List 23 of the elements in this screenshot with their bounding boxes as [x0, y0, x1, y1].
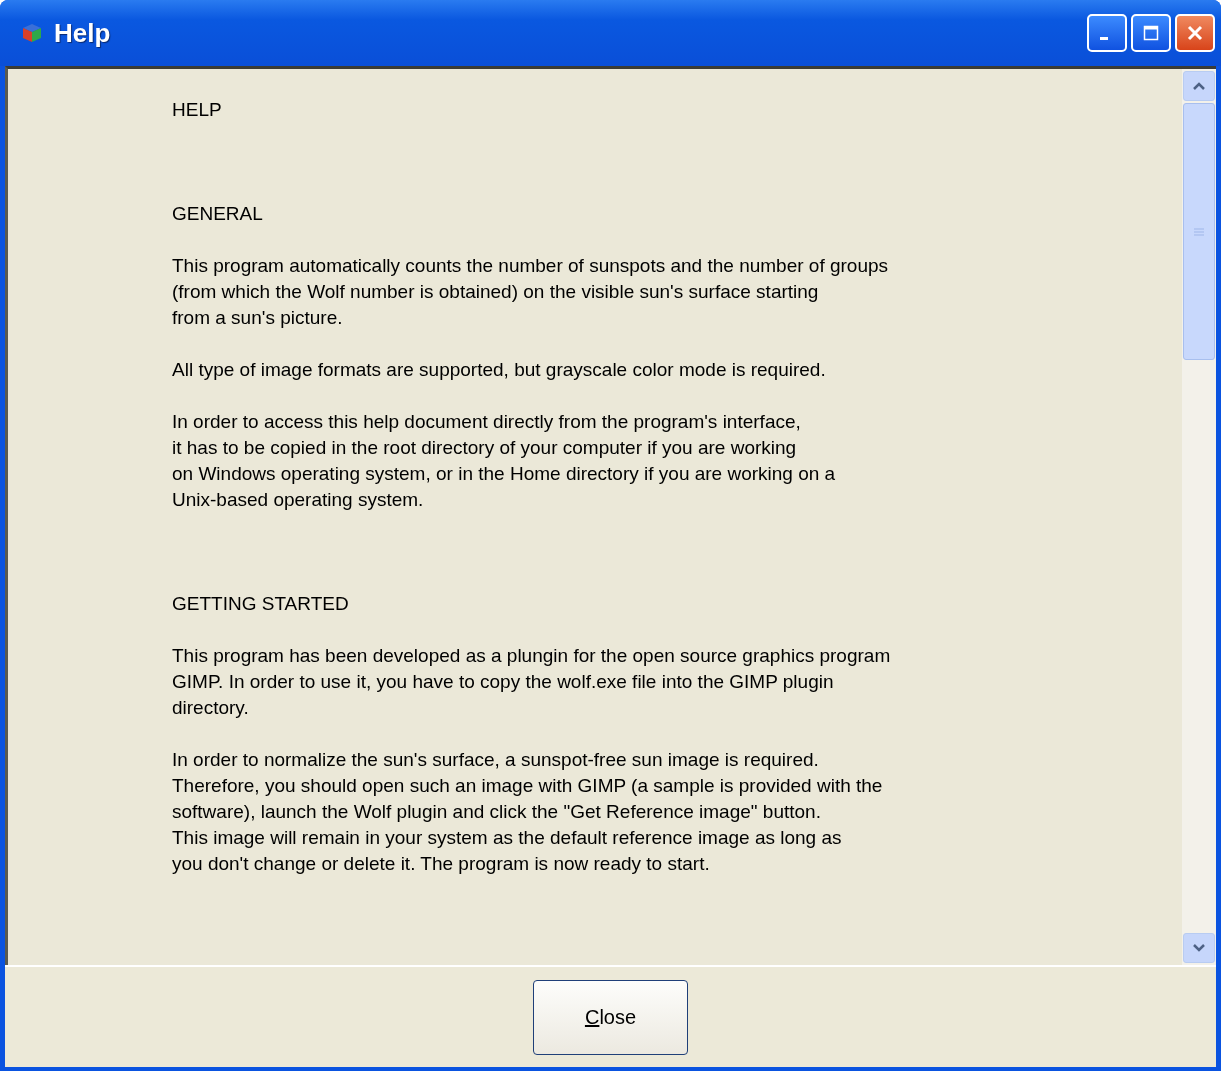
help-paragraph: In order to normalize the sun's surface, a sunspot-free sun image is required. Therefore, you should open such an image with GIMP (a sample is provided with the software), launch the Wolf plugin and click the "Get Reference image" button. This image will remain in your system as the default reference image as long as you don't change or delete it. The program is now ready to start. [172, 748, 884, 876]
close-dialog-button[interactable]: Close [533, 979, 688, 1055]
chevron-up-icon [1193, 82, 1205, 90]
scroll-up-button[interactable] [1183, 71, 1215, 101]
window-title: Help [54, 17, 111, 49]
help-paragraph: In order to access this help document directly from the program's interface, it has to be copied in the root directory of your computer if you are working on Windows operating system, or in the Home directory if you are working on a Unix-based operating system. [172, 410, 837, 512]
section-heading: GETTING STARTED [172, 592, 350, 616]
scroll-down-button[interactable] [1183, 933, 1215, 963]
minimize-icon [1100, 36, 1108, 40]
vertical-scrollbar[interactable] [1182, 69, 1216, 965]
help-paragraph: All type of image formats are supported, but grayscale color mode is required. [172, 358, 827, 382]
app-icon [22, 23, 42, 43]
close-button[interactable] [1175, 14, 1215, 52]
section-heading: HELP [172, 98, 223, 122]
maximize-icon [1141, 23, 1161, 43]
close-icon [1185, 23, 1205, 43]
maximize-button[interactable] [1131, 14, 1171, 52]
minimize-button[interactable] [1087, 14, 1127, 52]
scrollbar-thumb[interactable] [1183, 103, 1215, 360]
section-heading: GENERAL [172, 202, 264, 226]
help-paragraph: This program automatically counts the number of sunspots and the number of groups (from which the Wolf number is obtained) on the visible sun's surface starting from a sun's picture. [172, 254, 890, 330]
chevron-down-icon [1193, 944, 1205, 952]
help-paragraph: This program has been developed as a plungin for the open source graphics program GIMP. In order to use it, you have to copy the wolf.exe file into the GIMP plugin directory. [172, 644, 892, 720]
